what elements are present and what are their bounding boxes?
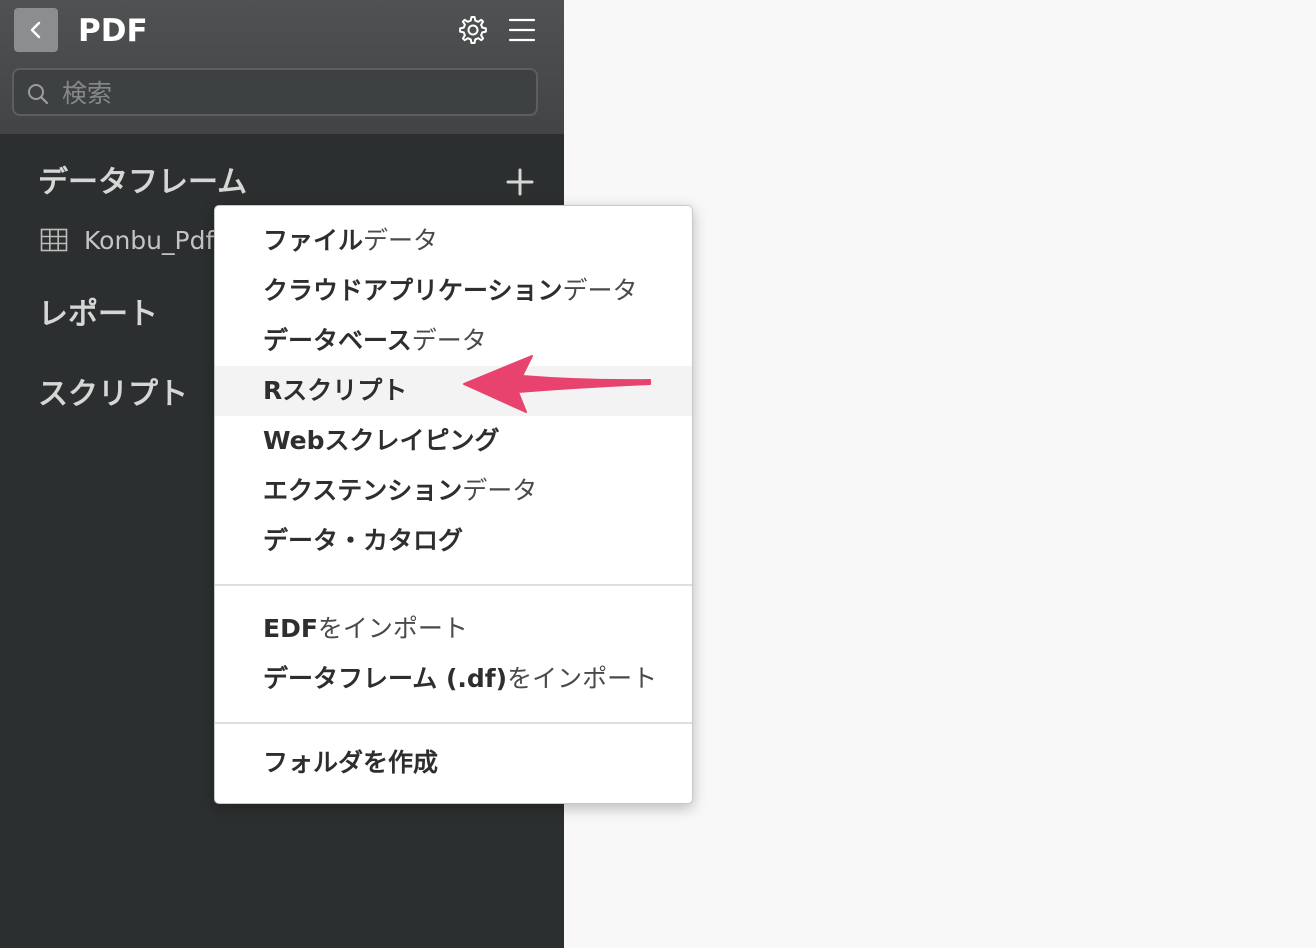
- chevron-left-icon: [30, 21, 41, 39]
- menu-item-import-edf[interactable]: EDFをインポート: [215, 604, 692, 654]
- search-icon: [28, 84, 49, 105]
- table-icon: [40, 228, 68, 252]
- dataframe-item[interactable]: Konbu_Pdf: [40, 222, 214, 258]
- page-title: PDF: [78, 13, 148, 49]
- menu-item-light-text: をインポート: [317, 614, 468, 643]
- search-input[interactable]: [60, 76, 524, 110]
- menu-item-strong-text: クラウドアプリケーション: [263, 276, 563, 305]
- menu-item-light-text: データ: [462, 476, 538, 505]
- menu-item-import-dataframe[interactable]: データフレーム (.df)をインポート: [215, 654, 692, 704]
- dataframe-item-label: Konbu_Pdf: [84, 225, 215, 255]
- annotation-arrow-icon: [463, 355, 651, 413]
- menu-item-extension-data[interactable]: エクステンションデータ: [215, 466, 692, 516]
- section-title-reports[interactable]: レポート: [38, 295, 158, 335]
- menu-item-strong-text: ファイル: [263, 226, 364, 255]
- menu-item-light-text: データ: [562, 276, 638, 305]
- menu-item-web-scraping[interactable]: Webスクレイピング: [215, 416, 692, 466]
- menu-item-strong-text: エクステンション: [263, 476, 463, 505]
- menu-item-file-data[interactable]: ファイルデータ: [215, 216, 692, 266]
- menu-item-light-text: データ: [363, 226, 439, 255]
- menu-item-strong-text: Rスクリプト: [263, 376, 408, 405]
- menu-item-strong-text: フォルダを作成: [263, 748, 439, 777]
- back-button[interactable]: [14, 8, 58, 52]
- menu-item-create-folder[interactable]: フォルダを作成: [215, 738, 692, 788]
- menu-item-strong-text: データベース: [263, 326, 412, 355]
- section-title-scripts[interactable]: スクリプト: [38, 375, 188, 415]
- menu-item-strong-text: データフレーム (.df): [263, 664, 508, 693]
- search-box: [12, 68, 538, 116]
- add-data-dropdown-menu: ファイルデータ クラウドアプリケーションデータ データベースデータ Rスクリプト…: [214, 205, 693, 804]
- menu-divider: [215, 584, 692, 586]
- hamburger-menu-icon[interactable]: [507, 16, 537, 44]
- sidebar-header: PDF: [0, 0, 564, 134]
- menu-item-strong-text: データ・カタログ: [263, 526, 464, 555]
- menu-item-data-catalog[interactable]: データ・カタログ: [215, 516, 692, 566]
- gear-icon[interactable]: [456, 14, 488, 46]
- menu-item-cloud-app-data[interactable]: クラウドアプリケーションデータ: [215, 266, 692, 316]
- menu-item-strong-text: EDF: [263, 614, 318, 643]
- app-window: PDF デ: [0, 0, 1316, 948]
- section-title-dataframes[interactable]: データフレーム: [38, 163, 247, 203]
- add-icon[interactable]: [502, 164, 538, 200]
- menu-item-light-text: をインポート: [507, 664, 658, 693]
- menu-divider: [215, 722, 692, 724]
- menu-item-strong-text: Webスクレイピング: [263, 426, 500, 455]
